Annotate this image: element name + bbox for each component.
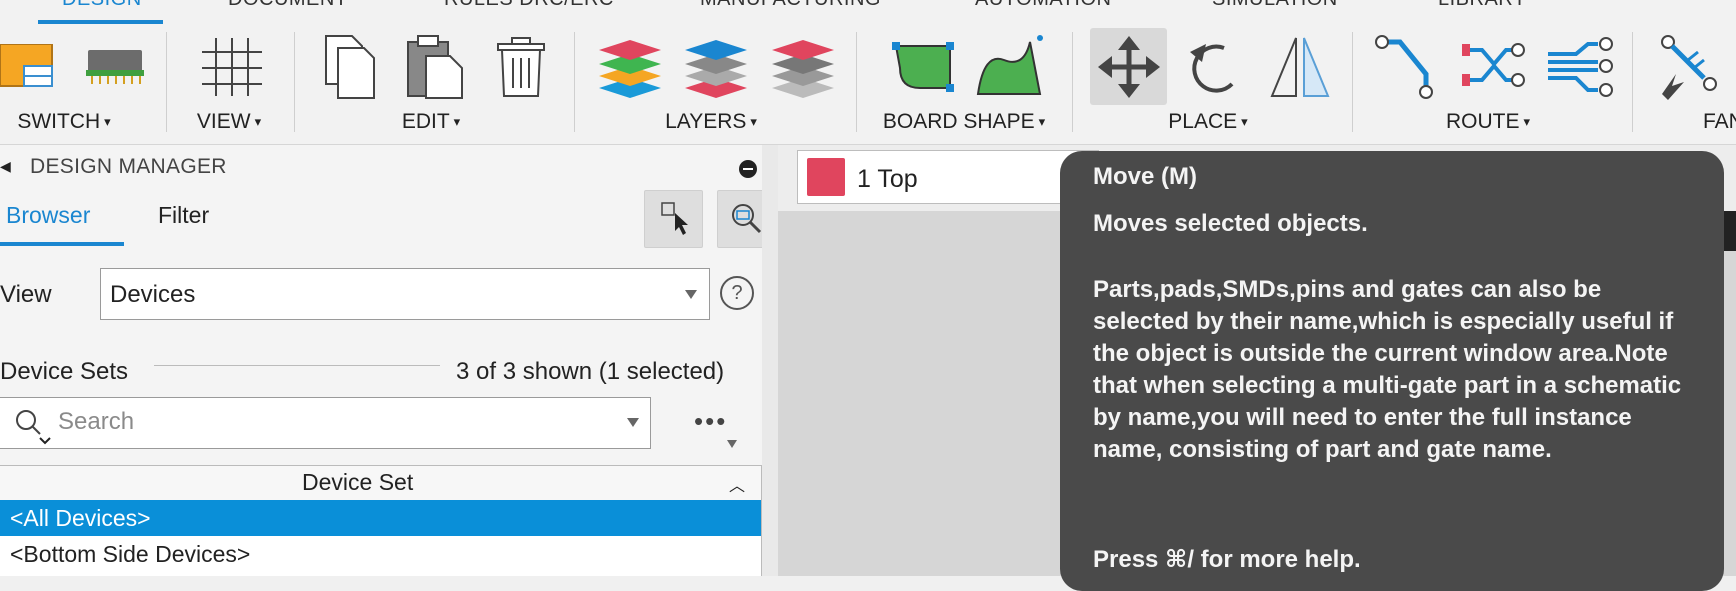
- route-single-icon[interactable]: [1374, 34, 1438, 100]
- tooltip-body: Parts,pads,SMDs,pins and gates can also …: [1093, 276, 1682, 463]
- fanout-icon[interactable]: [1654, 34, 1722, 100]
- more-options-icon[interactable]: •••: [694, 406, 727, 437]
- rotate-icon[interactable]: [1184, 38, 1246, 96]
- tooltip-title: Move (M): [1093, 163, 1197, 190]
- tab-filter[interactable]: Filter: [158, 202, 209, 229]
- tab-design[interactable]: DESIGN: [62, 0, 142, 11]
- tab-simulation[interactable]: SIMULATION: [1212, 0, 1338, 11]
- switch-to-board-icon[interactable]: [82, 44, 148, 84]
- chevron-down-icon: [727, 440, 737, 448]
- move-icon[interactable]: [1096, 34, 1162, 100]
- tab-manufacturing[interactable]: MANUFACTURING: [700, 0, 881, 11]
- copy-icon[interactable]: [322, 34, 378, 100]
- ribbon-separator: [1072, 32, 1073, 132]
- layer-color-swatch: [807, 158, 845, 196]
- edit-group-label[interactable]: EDIT ▾: [402, 110, 460, 134]
- place-group-label[interactable]: PLACE ▾: [1168, 110, 1247, 134]
- minimize-panel-icon[interactable]: [739, 160, 757, 178]
- panel-splitter[interactable]: [762, 145, 778, 576]
- chevron-down-icon: ▾: [104, 114, 111, 129]
- layers-top-icon[interactable]: [683, 38, 749, 98]
- route-group-label[interactable]: ROUTE ▾: [1446, 110, 1530, 134]
- search-placeholder: Search: [58, 408, 135, 435]
- view-label: View: [0, 281, 52, 308]
- select-mode-button[interactable]: [644, 190, 703, 248]
- chevron-down-icon: ▾: [750, 114, 757, 129]
- row-label: <Bottom Side Devices>: [10, 541, 251, 567]
- ribbon-separator: [856, 32, 857, 132]
- panel-title: DESIGN MANAGER: [30, 155, 227, 178]
- ribbon-separator: [574, 32, 575, 132]
- table-row[interactable]: <Bottom Side Devices>: [0, 536, 761, 572]
- section-divider: [154, 365, 440, 366]
- active-subtab-indicator: [0, 242, 124, 246]
- tab-library[interactable]: LIBRARY: [1438, 0, 1527, 11]
- help-icon[interactable]: ?: [720, 276, 754, 310]
- fanout-group-label[interactable]: FANO: [1703, 110, 1736, 134]
- tab-document[interactable]: DOCUMENT: [228, 0, 348, 11]
- tooltip-footer: Press ⌘/ for more help.: [1093, 546, 1361, 573]
- ribbon-separator: [1352, 32, 1353, 132]
- board-curve-icon[interactable]: [974, 32, 1046, 98]
- ribbon-separator: [166, 32, 167, 132]
- board-outline-icon[interactable]: [890, 38, 958, 96]
- tab-browser[interactable]: Browser: [6, 202, 90, 229]
- device-sets-count: 3 of 3 shown (1 selected): [456, 358, 725, 385]
- layers-group-label[interactable]: LAYERS ▾: [665, 110, 757, 134]
- layers-bottom-icon[interactable]: [770, 38, 836, 98]
- search-icon: [16, 410, 51, 445]
- chevron-down-icon: ▾: [1523, 114, 1531, 129]
- board-shape-group-label[interactable]: BOARD SHAPE ▾: [883, 110, 1045, 134]
- top-tab-bar: DESIGN DOCUMENT RULES DRC/ERC MANUFACTUR…: [0, 0, 1736, 26]
- table-row[interactable]: <All Devices>: [0, 500, 761, 536]
- column-header-device-set[interactable]: Device Set: [302, 469, 413, 496]
- canvas-edge: [1724, 211, 1736, 251]
- tab-automation[interactable]: AUTOMATION: [975, 0, 1111, 11]
- switch-group-label[interactable]: SWITCH ▾: [17, 110, 110, 134]
- active-tab-indicator: [38, 20, 163, 24]
- device-sets-label: Device Sets: [0, 358, 129, 385]
- chevron-down-icon: ▾: [453, 114, 461, 129]
- row-label: <All Devices>: [10, 505, 151, 531]
- paste-icon[interactable]: [406, 34, 464, 100]
- switch-to-schematic-icon[interactable]: [0, 44, 56, 88]
- ribbon-separator: [1632, 32, 1633, 132]
- view-group-label[interactable]: VIEW ▾: [197, 110, 261, 134]
- route-multiple-icon[interactable]: [1546, 36, 1614, 98]
- ribbon-separator: [294, 32, 295, 132]
- chevron-down-icon[interactable]: [627, 418, 639, 427]
- chevron-down-icon: ▾: [1241, 114, 1248, 129]
- collapse-panel-icon[interactable]: ◀: [0, 158, 11, 175]
- delete-icon[interactable]: [496, 36, 546, 98]
- route-diff-pair-icon[interactable]: [1460, 38, 1526, 96]
- select-cursor-icon: [661, 202, 688, 235]
- layers-all-icon[interactable]: [597, 38, 663, 98]
- sort-ascending-icon[interactable]: ︿: [729, 472, 745, 496]
- chevron-down-icon: ▾: [1038, 114, 1046, 129]
- view-dropdown-value: Devices: [110, 281, 196, 308]
- chevron-down-icon: ▾: [254, 114, 262, 129]
- grid-icon[interactable]: [200, 36, 264, 98]
- tab-rules-drc-erc[interactable]: RULES DRC/ERC: [444, 0, 614, 11]
- chevron-down-icon: [685, 290, 697, 299]
- mirror-icon[interactable]: [1268, 34, 1332, 100]
- layer-name: 1 Top: [857, 165, 918, 193]
- tooltip-subtitle: Moves selected objects.: [1093, 210, 1368, 237]
